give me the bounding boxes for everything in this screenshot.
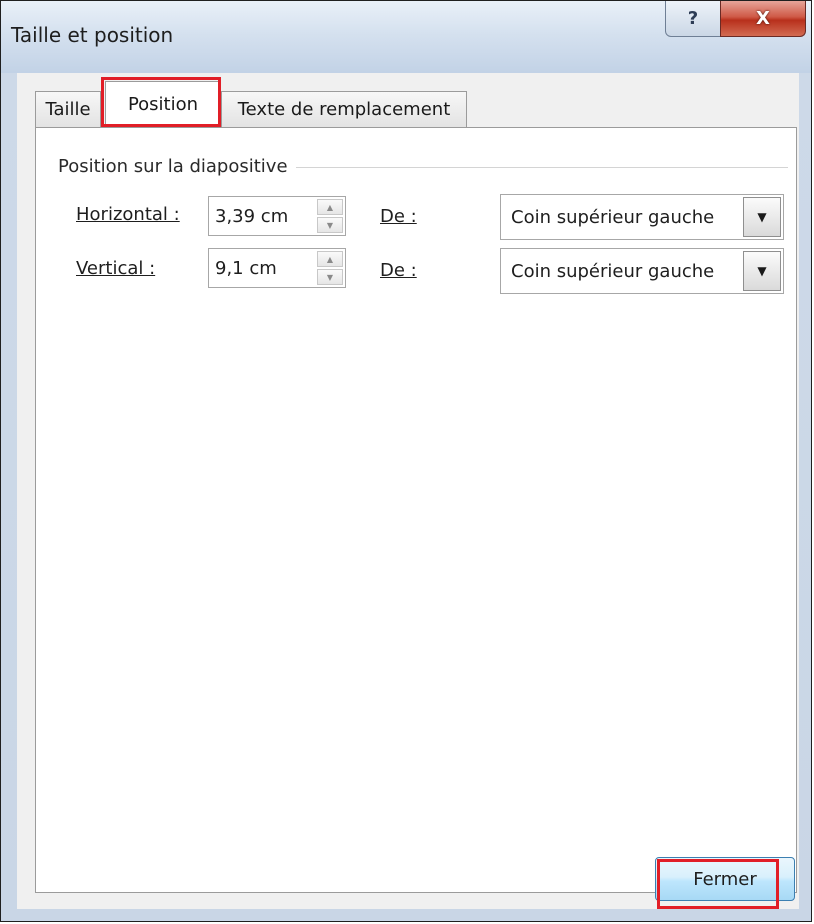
horizontal-from-text: De : — [380, 206, 417, 227]
window-title: Taille et position — [11, 23, 174, 47]
vertical-label-text: Vertical : — [76, 258, 156, 279]
title-bar: Taille et position ? X — [1, 1, 811, 73]
help-button[interactable]: ? — [665, 1, 721, 37]
vertical-from-label: De : — [380, 260, 417, 281]
vertical-value: 9,1 cm — [215, 258, 277, 279]
tab-texte-de-remplacement[interactable]: Texte de remplacement — [221, 91, 467, 127]
vertical-position-input[interactable]: 9,1 cm ▲ ▼ — [208, 248, 346, 288]
tab-position[interactable]: Position — [105, 81, 221, 127]
tab-taille[interactable]: Taille — [35, 91, 101, 127]
fermer-label: Fermer — [693, 868, 757, 890]
spin-down-icon[interactable]: ▼ — [317, 217, 343, 233]
tab-position-label: Position — [127, 94, 199, 115]
vertical-from-value: Coin supérieur gauche — [511, 261, 715, 282]
horizontal-spinner[interactable]: ▲ ▼ — [317, 199, 343, 233]
dialog-window: Taille et position ? X Taille Position T… — [0, 0, 812, 922]
chevron-down-icon[interactable]: ▼ — [743, 251, 781, 291]
spin-up-icon[interactable]: ▲ — [317, 199, 343, 215]
tab-texte-label: Texte de remplacement — [237, 99, 451, 120]
vertical-label: Vertical : — [76, 258, 155, 279]
spin-up-icon[interactable]: ▲ — [317, 251, 343, 267]
vertical-spinner[interactable]: ▲ ▼ — [317, 251, 343, 285]
horizontal-from-select[interactable]: Coin supérieur gauche ▼ — [500, 194, 784, 240]
chevron-down-icon[interactable]: ▼ — [743, 197, 781, 237]
horizontal-from-value: Coin supérieur gauche — [511, 207, 715, 228]
tab-panel-position: Position sur la diapositive Horizontal :… — [35, 127, 797, 893]
vertical-from-select[interactable]: Coin supérieur gauche ▼ — [500, 248, 784, 294]
spin-down-icon[interactable]: ▼ — [317, 269, 343, 285]
tab-taille-label: Taille — [45, 99, 91, 120]
vertical-from-text: De : — [380, 260, 417, 281]
horizontal-label: Horizontal : — [76, 204, 180, 225]
close-icon: X — [756, 8, 770, 29]
close-window-button[interactable]: X — [720, 1, 806, 37]
horizontal-from-label: De : — [380, 206, 417, 227]
horizontal-label-text: Horizontal : — [76, 204, 180, 225]
fermer-button[interactable]: Fermer — [655, 857, 795, 901]
dialog-client-area: Taille Position Texte de remplacement Po… — [17, 73, 799, 909]
horizontal-position-input[interactable]: 3,39 cm ▲ ▼ — [208, 196, 346, 236]
help-icon: ? — [687, 8, 699, 29]
horizontal-value: 3,39 cm — [215, 206, 289, 227]
group-label: Position sur la diapositive — [58, 156, 296, 177]
